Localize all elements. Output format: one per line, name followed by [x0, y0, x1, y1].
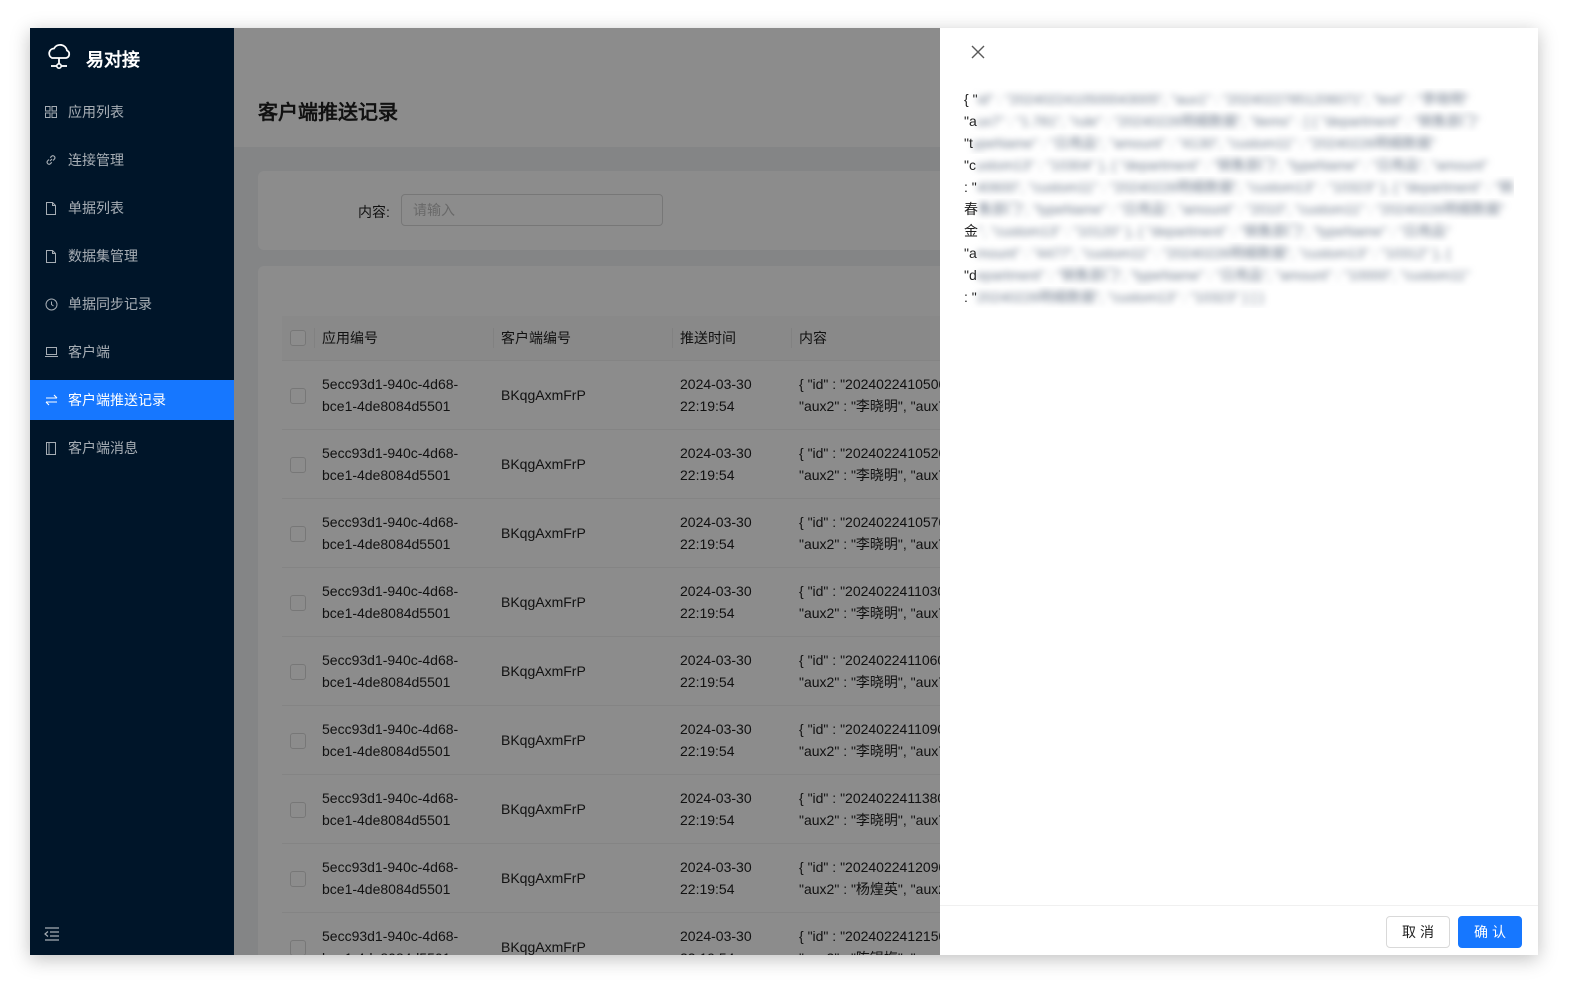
sidebar-item-client-push-records[interactable]: 客户端推送记录 [30, 380, 234, 420]
close-icon[interactable] [970, 44, 986, 60]
json-line-blurred: ux7" : "1.781", "rule" : "20240226明细数据",… [976, 113, 1480, 129]
grid-icon [44, 105, 58, 119]
file-icon [44, 249, 58, 263]
drawer-footer: 取消 确认 [940, 905, 1538, 955]
json-line-prefix: 春 [964, 201, 978, 217]
sidebar-item-label: 应用列表 [68, 104, 124, 120]
app-name: 易对接 [86, 50, 140, 70]
sidebar-item-label: 连接管理 [68, 152, 124, 168]
json-line-prefix: "a [964, 245, 977, 261]
json-line-blurred: epartment" : "销售部门", "typeName" : "日用品",… [976, 267, 1470, 283]
json-line: 金 ", "custom13" : "10120" }, { "departmen… [964, 220, 1514, 242]
json-line: : " 20240226明细数据", "custom13" : "10323" }… [964, 286, 1514, 308]
laptop-icon [44, 345, 58, 359]
json-line: { " id" : "2024022410500043005", "aux1" :… [964, 88, 1514, 110]
cloud-icon [44, 42, 74, 77]
sidebar-item-label: 客户端消息 [68, 440, 138, 456]
json-line-blurred: 20240226明细数据", "custom13" : "10323" } ] … [976, 289, 1264, 305]
json-line-prefix: "d [964, 267, 977, 283]
sidebar-item-clients[interactable]: 客户端 [30, 332, 234, 372]
menu-fold-icon[interactable] [44, 927, 60, 941]
json-line: "a ux7" : "1.781", "rule" : "20240226明细数据… [964, 110, 1514, 132]
json-line-prefix: : " [964, 289, 977, 305]
sidebar-item-connections[interactable]: 连接管理 [30, 140, 234, 180]
json-line: "t ypeName" : "日用品", "amount" : "4130", "… [964, 132, 1514, 154]
sidebar-item-label: 单据列表 [68, 200, 124, 216]
sidebar-item-client-messages[interactable]: 客户端消息 [30, 428, 234, 468]
json-content: { " id" : "2024022410500043005", "aux1" :… [964, 88, 1514, 308]
json-line-blurred: 40600", "custom11" : "20240226明细数据", "cu… [976, 179, 1514, 195]
app-window: 易对接 应用列表 连接管理 单据列表 数据集管理 单据同步记录 客户端 客户端推… [30, 28, 1538, 955]
sidebar: 易对接 应用列表 连接管理 单据列表 数据集管理 单据同步记录 客户端 客户端推… [30, 28, 234, 955]
content-detail-drawer: { " id" : "2024022410500043005", "aux1" :… [940, 28, 1538, 955]
book-icon [44, 441, 58, 455]
swap-icon [44, 393, 58, 407]
json-line-blurred: 售部门", "typeName" : "日用品", "amount" : "20… [978, 201, 1505, 217]
file-icon [44, 201, 58, 215]
sidebar-item-label: 客户端推送记录 [68, 392, 166, 408]
sidebar-item-label: 单据同步记录 [68, 296, 152, 312]
json-line-blurred: ustom13" : "10304" }, { "department" : "… [975, 157, 1489, 173]
app-logo[interactable]: 易对接 [44, 42, 140, 76]
json-line-blurred: id" : "2024022410500043005", "aux1" : "2… [977, 91, 1469, 107]
sidebar-item-app-list[interactable]: 应用列表 [30, 92, 234, 132]
json-line-prefix: 金 [964, 223, 978, 239]
json-line-prefix: "a [964, 113, 977, 129]
sidebar-item-datasets[interactable]: 数据集管理 [30, 236, 234, 276]
sidebar-item-label: 客户端 [68, 344, 110, 360]
json-line: "a mount" : "4477", "custom11" : "2024022… [964, 242, 1514, 264]
json-line-prefix: { " [964, 91, 978, 107]
sidebar-menu: 应用列表 连接管理 单据列表 数据集管理 单据同步记录 客户端 客户端推送记录 … [30, 92, 234, 476]
json-line-prefix: "t [964, 135, 973, 151]
json-line: "d epartment" : "销售部门", "typeName" : "日用品… [964, 264, 1514, 286]
json-line: "c ustom13" : "10304" }, { "department" :… [964, 154, 1514, 176]
sidebar-item-documents[interactable]: 单据列表 [30, 188, 234, 228]
json-line-prefix: "c [964, 157, 976, 173]
sidebar-item-label: 数据集管理 [68, 248, 138, 264]
json-line: : " 40600", "custom11" : "20240226明细数据", … [964, 176, 1514, 198]
history-icon [44, 297, 58, 311]
json-line-blurred: ypeName" : "日用品", "amount" : "4130", "cu… [972, 135, 1436, 151]
json-line-blurred: ", "custom13" : "10120" }, { "department… [978, 223, 1451, 239]
sidebar-item-sync-records[interactable]: 单据同步记录 [30, 284, 234, 324]
link-icon [44, 153, 58, 167]
cancel-button[interactable]: 取消 [1386, 916, 1450, 948]
json-line: 春售部门", "typeName" : "日用品", "amount" : "2… [964, 198, 1514, 220]
confirm-button[interactable]: 确认 [1458, 916, 1522, 948]
json-line-blurred: mount" : "4477", "custom11" : "20240226明… [976, 245, 1451, 261]
json-line-prefix: : " [964, 179, 977, 195]
